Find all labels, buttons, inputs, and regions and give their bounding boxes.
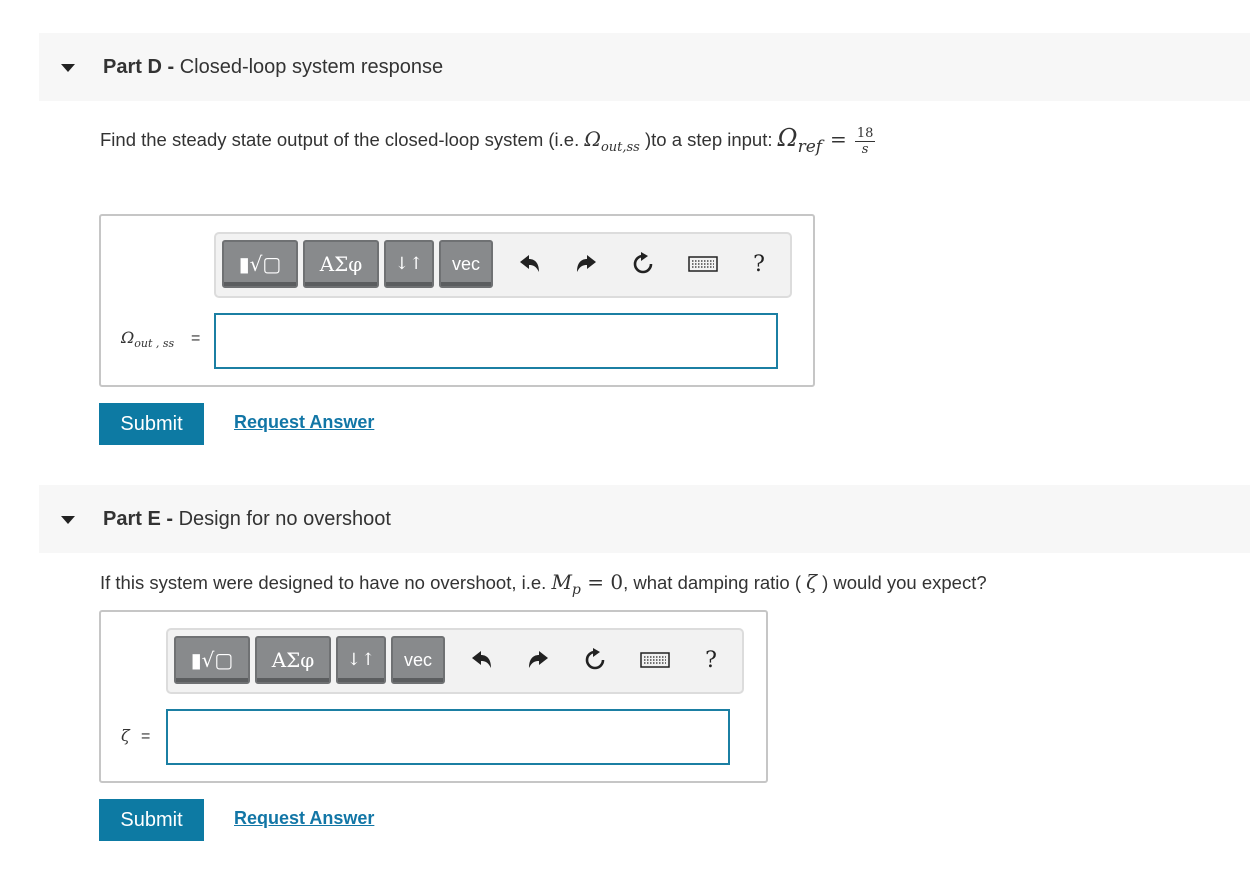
undo-icon[interactable] xyxy=(516,248,544,280)
equals-label: = xyxy=(191,330,201,347)
templates-button[interactable]: ▮√▢ xyxy=(222,240,298,288)
part-e-request-answer-link[interactable]: Request Answer xyxy=(234,808,374,829)
arrows-label: ↓↑ xyxy=(394,254,424,274)
var-subscript: out , ss xyxy=(134,337,175,351)
reset-icon[interactable] xyxy=(581,644,609,676)
vec-label: vec xyxy=(451,253,480,274)
question-text: Find the steady state output of the clos… xyxy=(100,129,585,150)
collapse-caret-icon[interactable] xyxy=(61,64,75,72)
part-d-title: Part D - Closed-loop system response xyxy=(103,56,443,79)
part-d-header[interactable]: Part D - Closed-loop system response xyxy=(39,33,1250,101)
templates-glyph: ▮√▢ xyxy=(238,252,282,276)
zeta-input[interactable] xyxy=(166,709,730,765)
arrows-button[interactable]: ↓↑ xyxy=(384,240,434,288)
omega-ref-glyph: Ω xyxy=(777,124,798,152)
part-e-submit-button[interactable]: Submit xyxy=(99,799,204,841)
part-e-question: If this system were designed to have no … xyxy=(100,570,987,598)
zeta-label: ζ xyxy=(121,726,130,745)
equals-sign: = xyxy=(830,127,847,151)
omega-out-ss-input[interactable] xyxy=(214,313,778,369)
greek-symbols-button[interactable]: ΑΣφ xyxy=(255,636,331,684)
fraction-denominator: s xyxy=(861,141,869,157)
vec-button[interactable]: vec xyxy=(439,240,493,288)
help-icon[interactable]: ? xyxy=(697,644,725,676)
part-d-question: Find the steady state output of the clos… xyxy=(100,124,876,157)
part-e-separator: - xyxy=(160,507,179,530)
math-toolbar: ▮√▢ ΑΣφ ↓↑ vec ? xyxy=(214,232,792,298)
equals-label: = xyxy=(141,728,151,745)
keyboard-icon[interactable] xyxy=(686,248,720,280)
question-text-mid: , what damping ratio ( xyxy=(623,572,807,593)
mp-symbol: Mp xyxy=(551,570,580,598)
omega-out-ss-label: Ωout , ss xyxy=(121,328,174,350)
collapse-caret-icon[interactable] xyxy=(61,516,75,524)
omega-glyph: Ω xyxy=(584,127,601,151)
redo-icon[interactable] xyxy=(572,248,600,280)
part-d-submit-button[interactable]: Submit xyxy=(99,403,204,445)
templates-glyph: ▮√▢ xyxy=(190,648,234,672)
greek-symbols-button[interactable]: ΑΣφ xyxy=(303,240,379,288)
part-d-request-answer-link[interactable]: Request Answer xyxy=(234,412,374,433)
help-label: ? xyxy=(705,647,717,673)
fraction-18-over-s: 18 s xyxy=(854,125,876,157)
arrows-label: ↓↑ xyxy=(346,650,376,670)
var-omega: Ω xyxy=(121,328,135,347)
question-text-mid: )to a step input: xyxy=(639,129,778,150)
vec-button[interactable]: vec xyxy=(391,636,445,684)
omega-out-ss-symbol: Ωout,ss xyxy=(584,127,640,155)
question-text-end: ) would you expect? xyxy=(816,572,987,593)
omega-ref-symbol: Ωref xyxy=(777,124,822,157)
part-e-answer-box: ▮√▢ ΑΣφ ↓↑ vec ? ζ = xyxy=(99,610,768,783)
part-d-separator: - xyxy=(161,55,180,78)
math-toolbar: ▮√▢ ΑΣφ ↓↑ vec ? xyxy=(166,628,744,694)
templates-button[interactable]: ▮√▢ xyxy=(174,636,250,684)
part-d-label: Part D xyxy=(103,55,162,78)
part-e-header[interactable]: Part E - Design for no overshoot xyxy=(39,485,1250,553)
keyboard-icon[interactable] xyxy=(638,644,672,676)
mp-subscript: p xyxy=(571,582,581,598)
omega-subscript: out,ss xyxy=(600,140,640,155)
zeta-symbol: ζ xyxy=(806,570,817,594)
part-e-title-text: Design for no overshoot xyxy=(178,507,391,530)
help-icon[interactable]: ? xyxy=(745,248,773,280)
vec-label: vec xyxy=(403,649,432,670)
arrows-button[interactable]: ↓↑ xyxy=(336,636,386,684)
greek-label: ΑΣφ xyxy=(319,252,363,276)
part-d-title-text: Closed-loop system response xyxy=(179,55,444,78)
redo-icon[interactable] xyxy=(524,644,552,676)
greek-label: ΑΣφ xyxy=(271,648,315,672)
part-e-title: Part E - Design for no overshoot xyxy=(103,508,391,531)
undo-icon[interactable] xyxy=(468,644,496,676)
mp-equals-zero: = 0 xyxy=(580,570,624,594)
part-d-answer-box: ▮√▢ ΑΣφ ↓↑ vec ? Ωout , ss = xyxy=(99,214,815,387)
question-text: If this system were designed to have no … xyxy=(100,572,552,593)
ref-subscript: ref xyxy=(797,136,823,157)
reset-icon[interactable] xyxy=(629,248,657,280)
mp-m: M xyxy=(551,570,572,594)
fraction-numerator: 18 xyxy=(854,125,876,142)
help-label: ? xyxy=(753,251,765,277)
part-e-label: Part E xyxy=(103,507,161,530)
